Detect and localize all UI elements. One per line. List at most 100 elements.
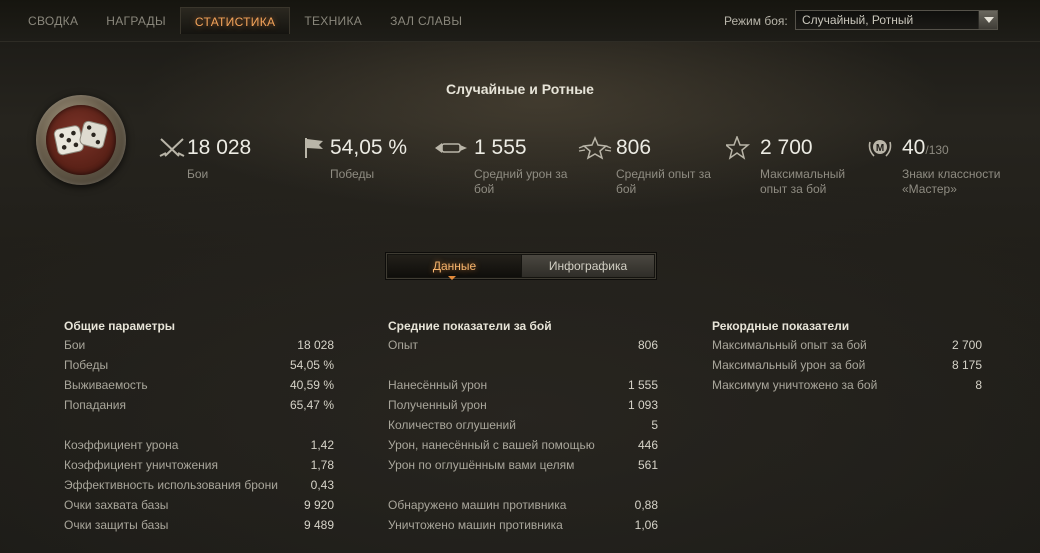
tab-summary[interactable]: СВОДКА bbox=[14, 7, 92, 34]
battle-mode-value: Случайный, Ротный bbox=[802, 13, 914, 27]
table-row: Полученный урон 1 093 bbox=[388, 395, 658, 415]
table-row bbox=[388, 355, 658, 375]
table-row: Коэффициент урона 1,42 bbox=[64, 435, 334, 455]
flag-icon bbox=[305, 138, 323, 158]
tab-hall-of-fame[interactable]: ЗАЛ СЛАВЫ bbox=[376, 7, 476, 34]
row-label: Очки защиты базы bbox=[64, 518, 169, 532]
stat-label: Средний урон за бой bbox=[474, 167, 568, 196]
row-label: Количество оглушений bbox=[388, 418, 516, 432]
tab-awards[interactable]: НАГРАДЫ bbox=[92, 7, 180, 34]
row-value: 1 555 bbox=[627, 378, 658, 392]
table-row: Количество оглушений 5 bbox=[388, 415, 658, 435]
row-label: Максимум уничтожено за бой bbox=[712, 378, 878, 392]
svg-text:M: M bbox=[876, 143, 884, 154]
table-row: Максимальный урон за бой 8 175 bbox=[712, 355, 982, 375]
stat-label: Бои bbox=[187, 167, 209, 181]
row-value: 1,42 bbox=[310, 438, 334, 452]
table-row: Попадания 65,47 % bbox=[64, 395, 334, 415]
mastery-badge-icon: M bbox=[868, 140, 892, 157]
stat-value: 54,05 % bbox=[330, 136, 408, 159]
row-label: Урон по оглушённым вами целям bbox=[388, 458, 575, 472]
row-label: Победы bbox=[64, 358, 109, 372]
row-value: 1,06 bbox=[634, 518, 658, 532]
row-value: 54,05 % bbox=[289, 358, 334, 372]
star-winged-icon bbox=[578, 136, 612, 160]
stat-value: 40/130 bbox=[902, 136, 949, 159]
table-row: Нанесённый урон 1 555 bbox=[388, 375, 658, 395]
row-label: Эффективность использования брони bbox=[64, 478, 278, 492]
average-per-battle-section: Средние показатели за бой Опыт 806 Нанесён… bbox=[388, 318, 658, 535]
stat-value-suffix: /130 bbox=[925, 143, 949, 157]
tab-vehicles[interactable]: ТЕХНИКА bbox=[290, 7, 376, 34]
row-value: 0,88 bbox=[634, 498, 658, 512]
table-row: Уничтожено машин противника 1,06 bbox=[388, 515, 658, 535]
row-value: 40,59 % bbox=[289, 378, 334, 392]
table-row: Очки захвата базы 9 920 bbox=[64, 495, 334, 515]
row-value: 446 bbox=[637, 438, 658, 452]
tab-statistics[interactable]: СТАТИСТИКА bbox=[179, 7, 291, 34]
row-value: 1 093 bbox=[627, 398, 658, 412]
shell-damage-icon bbox=[435, 143, 467, 153]
caret-down-icon bbox=[448, 276, 456, 280]
row-value: 9 920 bbox=[303, 498, 334, 512]
stat-label: Максимальный опыт за бой bbox=[760, 167, 846, 196]
row-value: 65,47 % bbox=[289, 398, 334, 412]
toggle-data-button[interactable]: Данные bbox=[388, 255, 521, 277]
row-value: 18 028 bbox=[297, 338, 334, 352]
stat-value: 1 555 bbox=[474, 136, 527, 159]
view-toggle: Данные Инфографика bbox=[386, 253, 656, 279]
table-row: Эффективность использования брони 0,43 bbox=[64, 475, 334, 495]
stat-label: Средний опыт за бой bbox=[616, 167, 711, 196]
table-row: Обнаружено машин противника 0,88 bbox=[388, 495, 658, 515]
row-label: Урон, нанесённый с вашей помощью bbox=[388, 438, 595, 452]
row-label: Бои bbox=[64, 338, 86, 352]
table-row bbox=[388, 475, 658, 495]
table-row: Очки защиты базы 9 489 bbox=[64, 515, 334, 535]
table-row: Победы 54,05 % bbox=[64, 355, 334, 375]
stat-label: Знаки классности «Мастер» bbox=[902, 167, 1001, 196]
table-row: Опыт 806 bbox=[388, 335, 658, 355]
tab-bar: СВОДКА НАГРАДЫ СТАТИСТИКА ТЕХНИКА ЗАЛ СЛ… bbox=[14, 7, 476, 34]
section-title: Рекордные показатели bbox=[712, 319, 850, 333]
row-value: 9 489 bbox=[303, 518, 334, 532]
row-value: 1,78 bbox=[310, 458, 334, 472]
row-value: 5 bbox=[651, 418, 658, 432]
page-title: Случайные и Ротные bbox=[446, 81, 594, 97]
table-row: Бои 18 028 bbox=[64, 335, 334, 355]
stat-value: 2 700 bbox=[760, 136, 813, 159]
battle-mode-select[interactable]: Случайный, Ротный bbox=[795, 10, 998, 30]
toggle-infographic-button[interactable]: Инфографика bbox=[522, 255, 654, 277]
table-row: Коэффициент уничтожения 1,78 bbox=[64, 455, 334, 475]
row-value: 0,43 bbox=[310, 478, 334, 492]
row-value: 806 bbox=[637, 338, 658, 352]
row-value: 8 bbox=[975, 378, 982, 392]
table-row: Максимум уничтожено за бой 8 bbox=[712, 375, 982, 395]
row-value: 8 175 bbox=[951, 358, 982, 372]
table-row: Выживаемость 40,59 % bbox=[64, 375, 334, 395]
star-icon bbox=[726, 136, 751, 160]
row-label: Выживаемость bbox=[64, 378, 148, 392]
records-section: Рекордные показатели Максимальный опыт з… bbox=[712, 318, 982, 395]
row-value: 561 bbox=[637, 458, 658, 472]
battle-mode-label: Режим боя: bbox=[724, 14, 788, 28]
section-title: Средние показатели за бой bbox=[388, 319, 552, 333]
chevron-down-icon[interactable] bbox=[978, 11, 997, 29]
table-row: Урон, нанесённый с вашей помощью 446 bbox=[388, 435, 658, 455]
dice-emblem-icon bbox=[36, 95, 126, 185]
row-label: Попадания bbox=[64, 398, 126, 412]
table-row: Максимальный опыт за бой 2 700 bbox=[712, 335, 982, 355]
row-label: Максимальный опыт за бой bbox=[712, 338, 867, 352]
stat-value: 18 028 bbox=[187, 136, 252, 159]
row-label: Коэффициент урона bbox=[64, 438, 179, 452]
stat-label: Победы bbox=[330, 167, 375, 181]
row-label: Очки захвата базы bbox=[64, 498, 169, 512]
row-value: 2 700 bbox=[951, 338, 982, 352]
row-label: Обнаружено машин противника bbox=[388, 498, 567, 512]
row-label: Максимальный урон за бой bbox=[712, 358, 866, 372]
row-label: Коэффициент уничтожения bbox=[64, 458, 218, 472]
general-params-section: Общие параметры Бои 18 028 Победы 54,05 % Вы… bbox=[64, 318, 334, 535]
table-row bbox=[64, 415, 334, 435]
crossed-swords-icon bbox=[159, 138, 185, 157]
row-label: Полученный урон bbox=[388, 398, 487, 412]
row-label: Нанесённый урон bbox=[388, 378, 488, 392]
